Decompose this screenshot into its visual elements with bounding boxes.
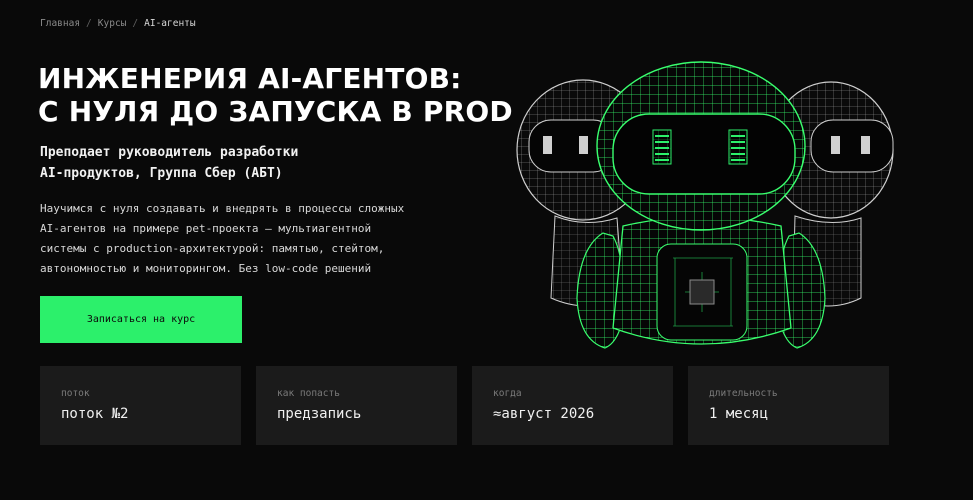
page-title-line: ИНЖЕНЕРИЯ AI-АГЕНТОВ: [38, 62, 462, 95]
description-line: Научимся с нуля создавать и внедрять в п… [40, 202, 405, 215]
info-card-stream: поток поток №2 [40, 366, 241, 445]
info-card-value: ≈август 2026 [493, 406, 595, 422]
description-line: автономностью и мониторингом. Без low-co… [40, 262, 372, 275]
breadcrumb-courses[interactable]: Курсы [98, 18, 127, 29]
course-description: Научимся с нуля создавать и внедрять в п… [40, 199, 440, 279]
info-card-value: предзапись [277, 406, 362, 422]
info-card-label: поток [61, 388, 90, 399]
info-card-label: длительность [709, 388, 778, 399]
breadcrumb: Главная / Курсы / AI-агенты [40, 18, 196, 29]
breadcrumb-separator: / [132, 18, 139, 29]
breadcrumb-home[interactable]: Главная [40, 18, 80, 29]
description-line: системы с production-архитектурой: памят… [40, 242, 385, 255]
robot-wireframe-icon [516, 61, 894, 349]
breadcrumb-separator: / [86, 18, 92, 29]
page-title: ИНЖЕНЕРИЯ AI-АГЕНТОВ: С НУЛЯ ДО ЗАПУСКА … [38, 62, 513, 128]
breadcrumb-current: AI-агенты [144, 18, 196, 29]
info-card-value: 1 месяц [709, 406, 769, 422]
info-card-date: когда ≈август 2026 [472, 366, 673, 445]
info-card-duration: длительность 1 месяц [688, 366, 889, 445]
info-card-label: как попасть [277, 388, 340, 399]
info-card-value: поток №2 [61, 406, 129, 422]
teacher-line: Преподает руководитель разработки [40, 145, 299, 160]
info-card-label: когда [493, 388, 522, 399]
teacher-info: Преподает руководитель разработки AI-про… [40, 142, 298, 184]
info-card-access: как попасть предзапись [256, 366, 457, 445]
page-title-line: С НУЛЯ ДО ЗАПУСКА В PROD [38, 95, 513, 128]
teacher-line: AI-продуктов, Группа Сбер (АБТ) [40, 166, 283, 181]
description-line: AI-агентов на примере pet-проекта — муль… [40, 222, 372, 235]
enroll-button[interactable]: Записаться на курс [40, 296, 242, 343]
